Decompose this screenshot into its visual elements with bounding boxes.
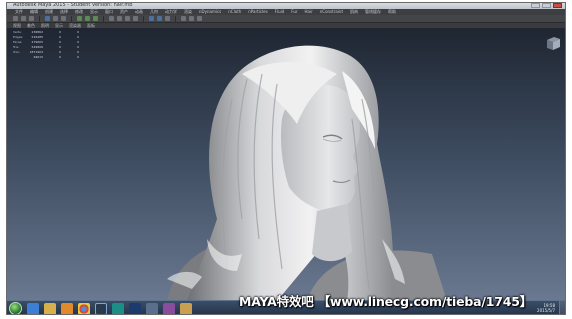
media-player-icon[interactable] [61, 302, 73, 314]
paint-select-icon[interactable] [61, 16, 66, 21]
toolbar-divider [103, 15, 104, 22]
watermark-text: MAYA特效吧 【www.linecg.com/tieba/1745】 [239, 294, 533, 309]
toolbar-divider [39, 15, 40, 22]
perspective-viewport[interactable]: Verts: 236862 0 0 Edges: 516485 0 0 Faces: 279605… [7, 28, 565, 300]
ipr-render-icon[interactable] [157, 16, 162, 21]
browser-icon[interactable] [27, 302, 39, 314]
tool-settings-icon[interactable] [189, 16, 194, 21]
save-scene-icon[interactable] [29, 16, 34, 21]
chrome-icon[interactable] [78, 302, 90, 314]
render-icon[interactable] [149, 16, 154, 21]
hud-label: UVs: [13, 50, 20, 54]
hud-c3: 0 [77, 55, 79, 59]
hud-c2: 0 [59, 55, 61, 59]
close-button[interactable] [553, 3, 562, 8]
channel-box-icon[interactable] [197, 16, 202, 21]
app-icon-2[interactable] [163, 302, 175, 314]
scale-tool-icon[interactable] [93, 16, 98, 21]
app-icon[interactable] [146, 302, 158, 314]
female-head-hair-model[interactable] [147, 39, 447, 300]
maya-window: Autodesk Maya 2015 - Student Version: ha… [6, 2, 566, 315]
attribute-editor-icon[interactable] [181, 16, 186, 21]
maximize-button[interactable] [542, 3, 551, 8]
view-cube-icon[interactable] [545, 36, 561, 51]
render-settings-icon[interactable] [165, 16, 170, 21]
select-tool-icon[interactable] [45, 16, 50, 21]
maya-icon[interactable] [112, 302, 124, 314]
rotate-tool-icon[interactable] [85, 16, 90, 21]
explorer-icon[interactable] [44, 302, 56, 314]
poly-count-hud: Verts: 236862 0 0 Edges: 516485 0 0 Faces: 279605… [13, 30, 79, 60]
toolbar-divider [143, 15, 144, 22]
show-desktop-button[interactable] [559, 301, 565, 314]
system-tray-clock[interactable]: 19:58 2015/5/7 [537, 303, 555, 313]
toolbar [7, 15, 565, 23]
new-scene-icon[interactable] [13, 16, 18, 21]
toolbar-divider [175, 15, 176, 22]
lasso-tool-icon[interactable] [53, 16, 58, 21]
photoshop-icon[interactable] [129, 302, 141, 314]
clock-date: 2015/5/7 [537, 308, 555, 313]
folder-icon[interactable] [180, 302, 192, 314]
start-button[interactable] [9, 302, 22, 314]
snap-grid-icon[interactable] [109, 16, 114, 21]
open-scene-icon[interactable] [21, 16, 26, 21]
hud-row: 49615 0 0 [13, 55, 79, 60]
hud-value: 49615 [33, 55, 43, 59]
move-tool-icon[interactable] [77, 16, 82, 21]
window-title: Autodesk Maya 2015 - Student Version: ha… [13, 2, 133, 8]
snap-curve-icon[interactable] [117, 16, 122, 21]
toolbar-divider [71, 15, 72, 22]
minimize-button[interactable] [531, 3, 540, 8]
qq-icon[interactable] [95, 302, 107, 314]
snap-surface-icon[interactable] [133, 16, 138, 21]
snap-point-icon[interactable] [125, 16, 130, 21]
